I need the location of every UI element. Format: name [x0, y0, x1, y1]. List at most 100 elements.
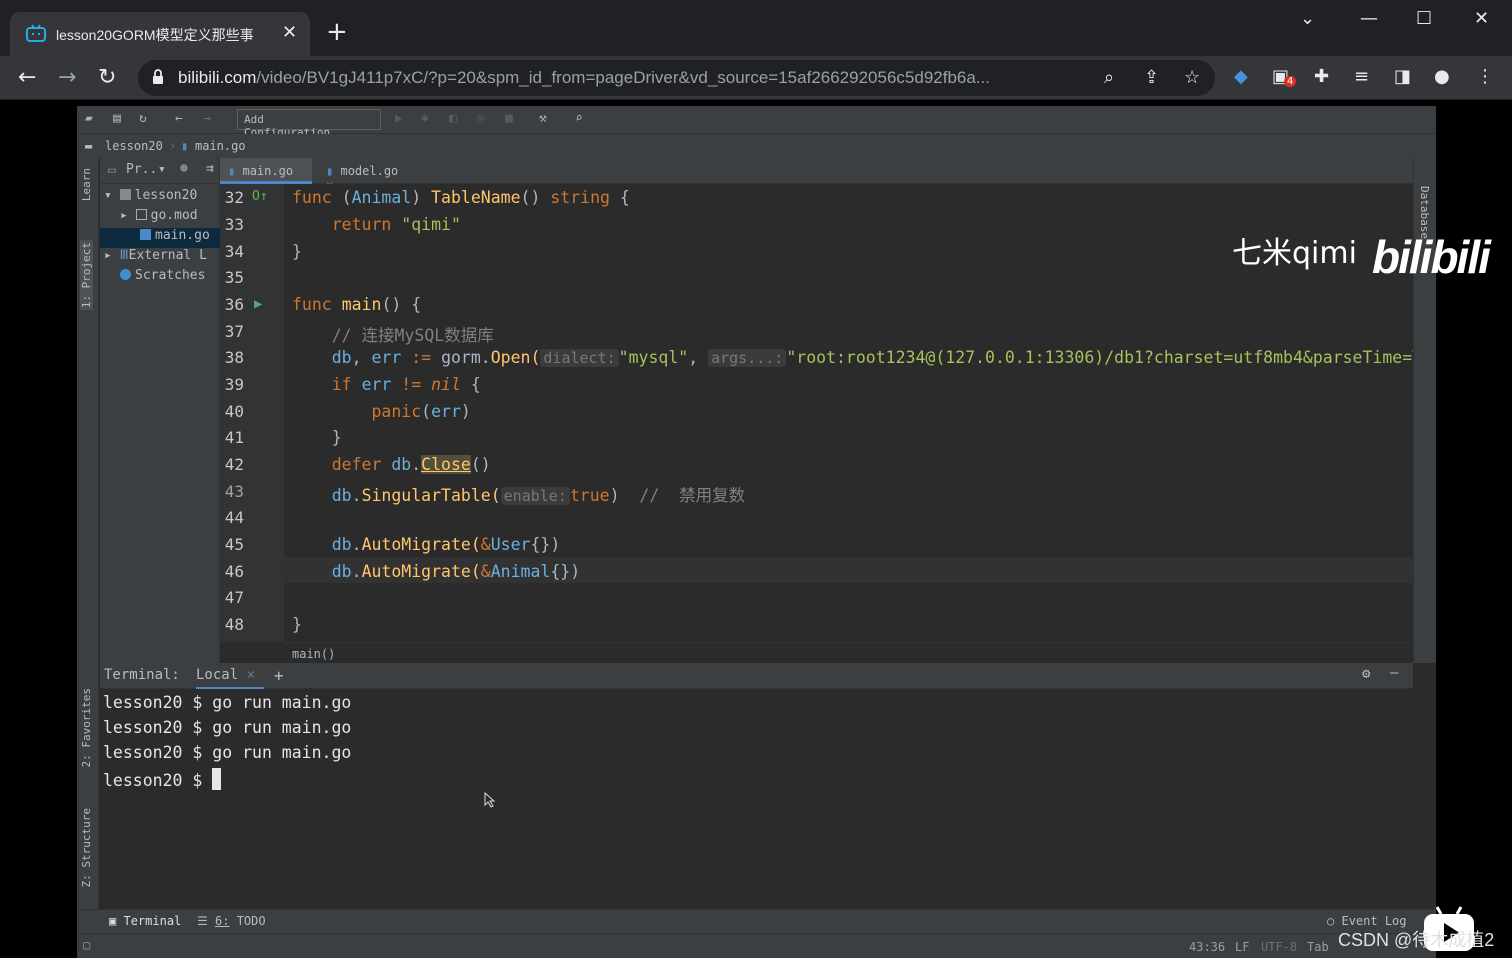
project-view-label[interactable]: Pr.. — [126, 162, 157, 177]
extension-badge: 4 — [1284, 76, 1297, 87]
terminal-line: lesson20 $ go run main.go — [103, 693, 352, 712]
implements-marker-icon[interactable]: O↑ — [252, 189, 268, 204]
layout-icon[interactable]: ▢ — [83, 938, 90, 952]
open-folder-icon[interactable]: ▰ — [85, 111, 93, 126]
event-log-icon: ○ — [1327, 914, 1335, 928]
line-number: 36 — [224, 295, 244, 314]
ide-toolbar: ▰ ▤ ↻ ← → Add Configuration... ▶ ✱ ◧ ◎ ■… — [77, 106, 1436, 139]
coverage-icon[interactable]: ◧ — [449, 111, 457, 126]
tool-learn[interactable]: Learn — [80, 168, 93, 201]
tab-model-go[interactable]: ▮ model.go × — [318, 158, 414, 192]
maximize-icon[interactable]: ☐ — [1416, 8, 1432, 29]
code-line-42: defer db.Close() — [331, 455, 491, 474]
side-panel-icon[interactable]: ◨ — [1394, 66, 1411, 87]
search-icon[interactable]: ⌕ — [575, 111, 583, 126]
forward-nav-icon[interactable]: → — [203, 111, 211, 126]
folder-icon: ▬ — [85, 139, 93, 153]
run-icon[interactable]: ▶ — [395, 111, 403, 126]
puzzle-icon[interactable]: ✚ — [1314, 66, 1329, 87]
bookmark-star-icon[interactable]: ☆ — [1184, 67, 1200, 88]
tab-close-icon[interactable]: × — [247, 667, 255, 683]
terminal-icon: ▣ — [109, 914, 117, 928]
tree-item-lesson20[interactable]: ▾ lesson20 — [100, 188, 220, 208]
save-icon[interactable]: ▤ — [113, 111, 121, 126]
code-line-32: func (Animal) TableName() string { — [292, 188, 630, 207]
code-line-45: db.AutoMigrate(&User{}) — [331, 535, 561, 554]
code-structure-crumb[interactable]: main() — [284, 642, 1413, 663]
line-number: 32 — [224, 188, 244, 207]
file-icon — [135, 209, 147, 220]
gear-icon[interactable]: ⚙ — [1362, 666, 1370, 682]
hide-panel-icon[interactable]: — — [1390, 665, 1398, 681]
video-player[interactable]: ▰ ▤ ↻ ← → Add Configuration... ▶ ✱ ◧ ◎ ■… — [0, 100, 1512, 958]
browser-tab[interactable]: lesson20GORM模型定义那些事 ✕ — [10, 12, 310, 56]
tool-project[interactable]: 1: Project — [80, 240, 93, 311]
bottom-tool-bar: ▣ Terminal ☰ 6: TODO ○ Event Log — [77, 909, 1436, 933]
todo-tool-button[interactable]: ☰ 6: TODO — [197, 914, 266, 928]
tab-search-chevron-icon[interactable]: ⌄ — [1300, 8, 1315, 29]
terminal-tab-local[interactable]: Local × — [196, 667, 264, 690]
status-bar: ▢ 43:36 LF UTF-8 Tab — [77, 933, 1436, 958]
tool-favorites[interactable]: 2: Favorites — [80, 688, 93, 767]
terminal-tool-button[interactable]: ▣ Terminal — [109, 914, 181, 928]
indent-setting[interactable]: Tab — [1307, 940, 1329, 954]
tab-close-icon[interactable]: ✕ — [282, 22, 297, 43]
stop-icon[interactable]: ■ — [505, 111, 513, 126]
wrench-icon[interactable]: ⚒ — [539, 111, 547, 126]
go-file-icon: ▮ — [228, 164, 236, 178]
uploader-watermark: 七米qimi — [1232, 236, 1357, 271]
collapsed-arrow-icon: ▸ — [104, 248, 120, 263]
forward-icon[interactable]: → — [58, 65, 76, 90]
line-number: 46 — [224, 562, 244, 581]
library-icon: Ⅲ — [119, 248, 129, 263]
tree-item-external[interactable]: ▸ ⅢExternal L — [100, 248, 220, 268]
tree-item-scratches[interactable]: Scratches — [100, 268, 220, 288]
code-line-33: return "qimi" — [331, 215, 461, 234]
sync-icon[interactable]: ↻ — [139, 111, 147, 126]
url-text: bilibili.com/video/BV1gJ411p7xC/?p=20&sp… — [178, 68, 990, 87]
line-number: 43 — [224, 482, 244, 501]
reload-icon[interactable]: ↻ — [98, 65, 116, 90]
tool-structure[interactable]: Z: Structure — [80, 808, 93, 887]
locate-icon[interactable]: ⊕ — [180, 161, 188, 176]
back-nav-icon[interactable]: ← — [175, 111, 183, 126]
share-icon[interactable]: ⇪ — [1144, 67, 1159, 88]
code-line-48: } — [292, 615, 302, 634]
playlist-icon[interactable]: ≡ — [1354, 66, 1369, 87]
extension-icon[interactable]: ▣ 4 — [1272, 66, 1297, 87]
breadcrumb-file[interactable]: main.go — [195, 139, 246, 153]
terminal-line: lesson20 $ go run main.go — [103, 718, 352, 737]
terminal-output[interactable]: lesson20 $ go run main.go lesson20 $ go … — [100, 689, 1397, 909]
go-file-icon: ▮ — [181, 139, 189, 153]
caret-position[interactable]: 43:36 — [1189, 940, 1225, 954]
collapse-icon[interactable]: ⇉ — [206, 161, 214, 176]
scratches-icon — [120, 269, 131, 280]
gem-extension-icon[interactable]: ◆ — [1234, 66, 1248, 87]
tab-main-go[interactable]: ▮ main.go × — [220, 158, 312, 192]
code-line-46: db.AutoMigrate(&Animal{}) — [331, 562, 581, 581]
profile-icon[interactable]: ● — [1434, 66, 1450, 87]
profile-run-icon[interactable]: ◎ — [477, 111, 485, 126]
breadcrumb-project[interactable]: lesson20 — [105, 139, 163, 153]
new-tab-icon[interactable]: + — [326, 17, 348, 47]
tree-item-gomod[interactable]: ▸ go.mod — [100, 208, 220, 228]
line-number: 41 — [224, 428, 244, 447]
back-icon[interactable]: ← — [18, 65, 36, 90]
dropdown-icon[interactable]: ▾ — [158, 162, 166, 177]
mouse-pointer-icon — [484, 792, 496, 808]
zoom-icon[interactable]: ⌕ — [1104, 67, 1114, 88]
menu-icon[interactable]: ⋮ — [1476, 66, 1494, 87]
line-number: 40 — [224, 402, 244, 421]
window-close-icon[interactable]: ✕ — [1474, 8, 1489, 29]
new-terminal-button[interactable]: + — [274, 666, 284, 685]
tab-title: lesson20GORM模型定义那些事 — [56, 27, 254, 43]
address-bar[interactable]: bilibili.com/video/BV1gJ411p7xC/?p=20&sp… — [138, 60, 1215, 96]
line-separator[interactable]: LF — [1235, 940, 1249, 954]
tree-item-main-go[interactable]: main.go — [100, 228, 220, 248]
debug-icon[interactable]: ✱ — [421, 111, 429, 126]
file-encoding[interactable]: UTF-8 — [1261, 940, 1297, 954]
minimize-icon[interactable]: — — [1360, 8, 1378, 29]
add-configuration-button[interactable]: Add Configuration... — [237, 109, 381, 139]
run-gutter-icon[interactable]: ▶ — [254, 296, 262, 312]
terminal-prompt-line: lesson20 $ — [103, 768, 222, 790]
